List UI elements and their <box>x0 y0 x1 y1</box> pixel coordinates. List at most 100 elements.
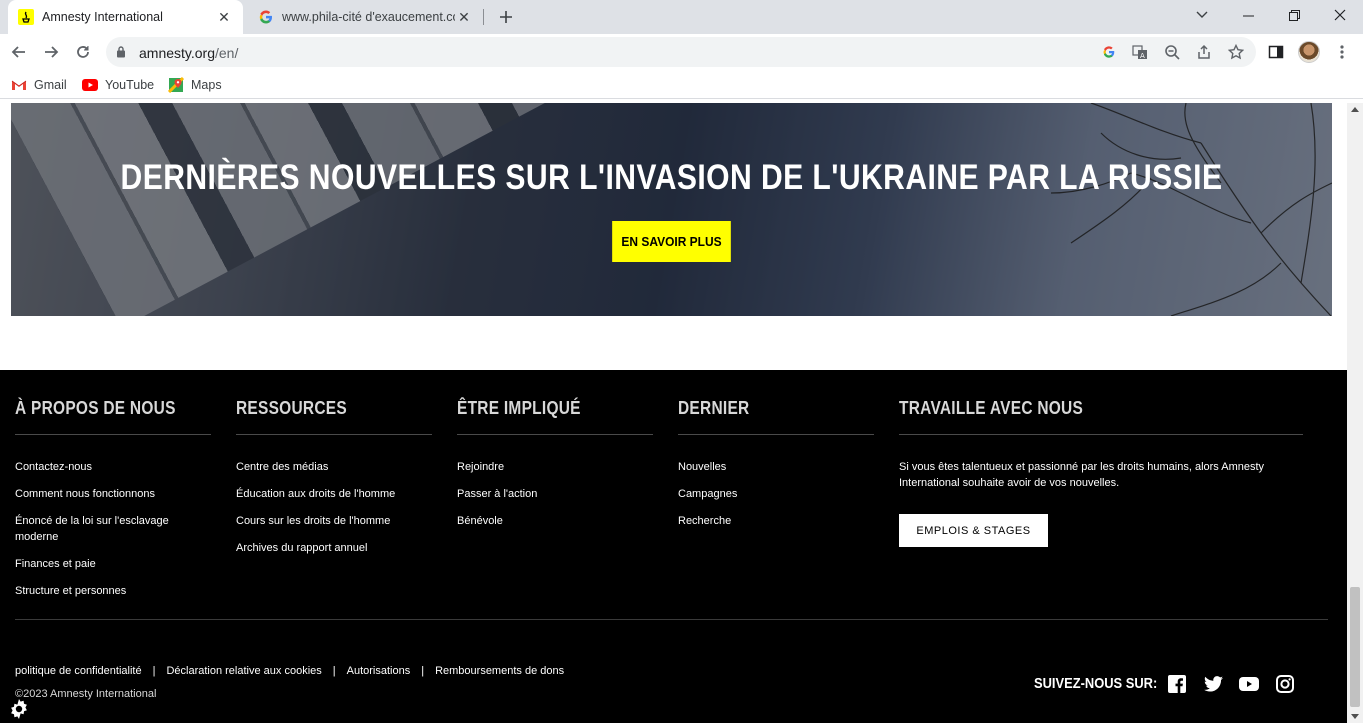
reload-icon <box>77 46 89 58</box>
amnesty-candle-icon <box>18 9 34 25</box>
footer-column-get-involved: ÊTRE IMPLIQUÉ Rejoindre Passer à l'actio… <box>457 398 653 540</box>
learn-more-button[interactable]: EN SAVOIR PLUS <box>612 221 731 262</box>
youtube-icon <box>82 77 98 93</box>
tab-amnesty[interactable]: Amnesty International ✕ <box>8 0 243 34</box>
minimize-icon <box>1242 15 1254 16</box>
translate-icon[interactable]: A <box>1130 42 1150 62</box>
legal-separator: | <box>152 665 156 677</box>
bookmark-maps[interactable]: Maps <box>168 76 222 94</box>
footer-link[interactable]: Passer à l'action <box>457 486 653 502</box>
url-text: amnesty.org/en/ <box>139 45 238 61</box>
minimize-button[interactable] <box>1225 0 1271 30</box>
footer-link[interactable]: Centre des médias <box>236 459 432 475</box>
twitter-icon[interactable] <box>1203 674 1223 694</box>
footer-link[interactable]: Archives du rapport annuel <box>236 540 432 556</box>
hero-heading: DERNIÈRES NOUVELLES SUR L'INVASION DE L'… <box>120 158 1223 197</box>
youtube-icon[interactable] <box>1239 674 1259 694</box>
tab-title: www.phila-cité d'exaucement.com <box>282 10 455 24</box>
restore-button[interactable] <box>1271 0 1317 30</box>
footer-column-resources: RESSOURCES Centre des médias Éducation a… <box>236 398 432 567</box>
side-panel-button[interactable] <box>1262 38 1290 66</box>
kebab-menu-icon <box>1340 45 1344 59</box>
footer-link[interactable]: Bénévole <box>457 513 653 529</box>
footer-link[interactable]: Énoncé de la loi sur l'esclavage moderne <box>15 513 211 545</box>
column-divider <box>678 434 874 435</box>
close-window-button[interactable] <box>1317 0 1363 30</box>
site-footer: À PROPOS DE NOUS Contactez-nous Comment … <box>0 370 1347 723</box>
page-scrollbar[interactable] <box>1347 103 1363 723</box>
tree-branches-graphic <box>1050 103 1332 316</box>
footer-divider <box>15 619 1328 620</box>
copyright: ©2023 Amnesty International <box>15 688 157 700</box>
share-icon[interactable] <box>1194 42 1214 62</box>
side-panel-icon <box>1268 45 1284 59</box>
browser-toolbar: amnesty.org/en/ A <box>0 34 1363 71</box>
gmail-icon <box>11 77 27 93</box>
donation-refunds-link[interactable]: Remboursements de dons <box>435 665 564 677</box>
restore-icon <box>1288 9 1300 21</box>
privacy-link[interactable]: politique de confidentialité <box>15 665 142 677</box>
follow-us-label: SUIVEZ-NOUS SUR: <box>1034 675 1158 692</box>
facebook-icon[interactable] <box>1167 674 1187 694</box>
bookmarks-bar: Gmail YouTube Maps <box>0 71 1363 99</box>
footer-link[interactable]: Comment nous fonctionnons <box>15 486 211 502</box>
scroll-up-arrow-icon[interactable] <box>1351 107 1359 112</box>
footer-link[interactable]: Nouvelles <box>678 459 874 475</box>
bookmark-label: Gmail <box>34 78 67 92</box>
bookmark-star-icon[interactable] <box>1226 42 1246 62</box>
tab-title: Amnesty International <box>42 10 163 24</box>
new-tab-button[interactable] <box>494 5 518 29</box>
close-tab-icon[interactable]: ✕ <box>455 8 473 26</box>
footer-column-about: À PROPOS DE NOUS Contactez-nous Comment … <box>15 398 211 610</box>
profile-avatar[interactable] <box>1298 41 1320 63</box>
footer-link[interactable]: Finances et paie <box>15 556 211 572</box>
scrollbar-thumb[interactable] <box>1350 587 1360 707</box>
footer-link[interactable]: Recherche <box>678 513 874 529</box>
reload-button[interactable] <box>69 38 97 66</box>
google-icon <box>258 9 274 25</box>
footer-link[interactable]: Campagnes <box>678 486 874 502</box>
url-path: /en/ <box>215 45 239 61</box>
address-bar[interactable]: amnesty.org/en/ A <box>106 37 1256 67</box>
jobs-button[interactable]: EMPLOIS & STAGES <box>899 514 1048 547</box>
bookmark-label: YouTube <box>105 78 155 92</box>
cookies-link[interactable]: Déclaration relative aux cookies <box>166 665 321 677</box>
footer-column-title: TRAVAILLE AVEC NOUS <box>899 398 1084 418</box>
close-icon <box>1334 9 1346 21</box>
forward-button[interactable] <box>37 38 65 66</box>
maps-icon <box>168 77 184 93</box>
tab-separator <box>483 9 484 25</box>
footer-link[interactable]: Structure et personnes <box>15 583 211 599</box>
menu-button[interactable] <box>1328 38 1356 66</box>
bookmark-gmail[interactable]: Gmail <box>11 76 67 94</box>
scroll-down-arrow-icon[interactable] <box>1351 714 1359 719</box>
plus-icon <box>500 11 512 23</box>
footer-column-latest: DERNIER Nouvelles Campagnes Recherche <box>678 398 874 540</box>
column-divider <box>15 434 211 435</box>
back-button[interactable] <box>5 38 33 66</box>
footer-column-title: DERNIER <box>678 398 750 418</box>
page-viewport: DERNIÈRES NOUVELLES SUR L'INVASION DE L'… <box>0 103 1347 723</box>
footer-link[interactable]: Éducation aux droits de l'homme <box>236 486 432 502</box>
legal-separator: | <box>421 665 425 677</box>
bookmark-youtube[interactable]: YouTube <box>82 76 154 94</box>
footer-link[interactable]: Rejoindre <box>457 459 653 475</box>
footer-link[interactable]: Contactez-nous <box>15 459 211 475</box>
cookie-settings-gear-icon[interactable] <box>8 698 30 720</box>
footer-column-title: ÊTRE IMPLIQUÉ <box>457 398 581 418</box>
legal-links: politique de confidentialité | Déclarati… <box>15 665 564 677</box>
zoom-icon[interactable] <box>1162 42 1182 62</box>
svg-text:A: A <box>1140 52 1145 60</box>
instagram-icon[interactable] <box>1275 674 1295 694</box>
google-lens-icon[interactable] <box>1099 42 1119 62</box>
footer-link[interactable]: Cours sur les droits de l'homme <box>236 513 432 529</box>
tab-search-button[interactable] <box>1179 0 1225 30</box>
ukraine-hero-banner: DERNIÈRES NOUVELLES SUR L'INVASION DE L'… <box>11 103 1332 316</box>
url-host: amnesty.org <box>139 45 215 61</box>
arrow-left-icon <box>11 46 25 58</box>
close-tab-icon[interactable]: ✕ <box>215 8 233 26</box>
permissions-link[interactable]: Autorisations <box>347 665 411 677</box>
work-description: Si vous êtes talentueux et passionné par… <box>899 461 1265 489</box>
lock-icon[interactable] <box>116 45 126 63</box>
tab-phila[interactable]: www.phila-cité d'exaucement.com ✕ <box>248 0 483 34</box>
